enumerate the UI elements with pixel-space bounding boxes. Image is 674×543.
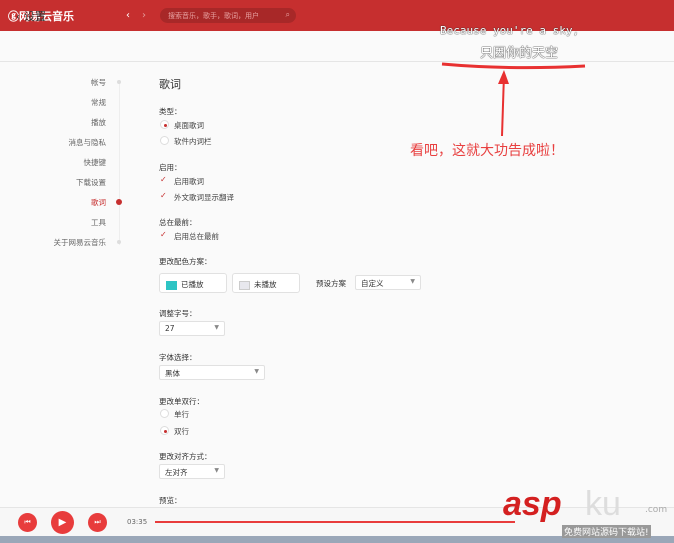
elapsed-time: 03:35 (127, 518, 148, 526)
played-swatch (166, 280, 177, 290)
option-enable-lyrics[interactable]: 启用歌词 (174, 176, 204, 187)
sidebar-item-privacy[interactable]: 消息与隐私 (6, 137, 107, 148)
preset-value: 自定义 (361, 279, 384, 288)
font-size-select[interactable]: 27 ▼ (159, 321, 225, 336)
chevron-down-icon: ▼ (214, 467, 219, 474)
watermark-brand-b: ku (585, 485, 621, 523)
page-title: 设置 (23, 10, 46, 23)
skip-back-icon: ⏮ (24, 518, 31, 526)
color-label: 更改配色方案： (159, 257, 212, 266)
radio-desktop-lyrics[interactable] (160, 120, 169, 129)
chevron-down-icon: ▼ (254, 368, 259, 375)
radio-single-line[interactable] (160, 409, 169, 418)
sidebar-item-about[interactable]: 关于网易云音乐 (6, 237, 107, 248)
option-translate[interactable]: 外文歌词显示翻译 (174, 192, 234, 203)
ontop-label: 总在最前： (159, 218, 197, 227)
search-input[interactable]: 搜索音乐，歌手，歌词，用户 ⌕ (160, 8, 296, 23)
previous-track-button[interactable]: ⏮ (18, 513, 37, 532)
align-label: 更改对齐方式： (159, 452, 212, 461)
sidebar-item-tools[interactable]: 工具 (6, 217, 106, 228)
sidebar-timeline (119, 80, 120, 245)
chevron-down-icon: ▼ (410, 278, 415, 285)
preset-select[interactable]: 自定义 ▼ (355, 275, 421, 290)
watermark-domain: .com (645, 505, 668, 515)
played-label: 已播放 (181, 280, 204, 289)
enable-label: 启用： (159, 163, 182, 172)
sidebar-item-download[interactable]: 下载设置 (6, 177, 106, 188)
checkbox-enable-lyrics[interactable]: ✓ (160, 175, 167, 184)
font-label: 字体选择： (159, 353, 197, 362)
font-size-label: 调整字号： (159, 309, 197, 318)
back-nav-button[interactable]: ‹ (122, 9, 134, 22)
timeline-dot (117, 80, 121, 84)
skip-forward-icon: ⏭ (94, 518, 101, 526)
radio-inapp-lyrics[interactable] (160, 136, 169, 145)
timeline-dot (117, 240, 121, 244)
unplayed-swatch (239, 280, 250, 290)
preview-label: 预览： (159, 496, 182, 505)
chevron-left-icon: ‹ (16, 10, 24, 23)
option-ontop[interactable]: 启用总在最前 (174, 231, 219, 242)
sidebar-item-general[interactable]: 常规 (6, 97, 106, 108)
sidebar-item-lyrics[interactable]: 歌词 (6, 197, 106, 208)
option-inapp-lyrics[interactable]: 软件内词栏 (174, 136, 212, 147)
font-select[interactable]: 黑体 ▼ (159, 365, 265, 380)
watermark-slogan: 免费网站源码下载站! (562, 525, 651, 538)
progress-slider[interactable] (155, 521, 515, 523)
annotation-note: 看吧，这就大功告成啦！ (410, 143, 564, 159)
unplayed-color-button[interactable]: 未播放 (232, 273, 300, 293)
next-track-button[interactable]: ⏭ (88, 513, 107, 532)
chevron-down-icon: ▼ (214, 324, 219, 331)
sidebar-item-account[interactable]: 帐号 (6, 77, 106, 88)
lyric-line-en: Because you're a sky, (440, 24, 580, 37)
unplayed-label: 未播放 (254, 280, 277, 289)
checkbox-ontop[interactable]: ✓ (160, 230, 167, 239)
played-color-button[interactable]: 已播放 (159, 273, 227, 293)
search-placeholder: 搜索音乐，歌手，歌词，用户 (168, 12, 259, 20)
option-single-line[interactable]: 单行 (174, 409, 189, 420)
option-desktop-lyrics[interactable]: 桌面歌词 (174, 120, 204, 131)
play-button[interactable]: ▶ (51, 511, 74, 534)
type-label: 类型： (159, 107, 182, 116)
section-title: 歌词 (159, 78, 181, 91)
align-select[interactable]: 左对齐 ▼ (159, 464, 225, 479)
font-size-value: 27 (165, 324, 175, 333)
forward-nav-button[interactable]: › (138, 9, 150, 22)
search-icon: ⌕ (285, 10, 290, 19)
sidebar-item-play[interactable]: 播放 (6, 117, 106, 128)
play-icon: ▶ (58, 517, 67, 528)
watermark-brand-a: asp (503, 485, 562, 523)
option-double-line[interactable]: 双行 (174, 426, 189, 437)
preset-label: 预设方案 (316, 279, 346, 288)
settings-back-button[interactable]: ‹ 设置 (16, 8, 46, 24)
lines-label: 更改单双行： (159, 397, 204, 406)
align-value: 左对齐 (165, 468, 188, 477)
sidebar-item-shortcuts[interactable]: 快捷键 (6, 157, 107, 168)
radio-double-line[interactable] (160, 426, 169, 435)
checkbox-translate[interactable]: ✓ (160, 191, 167, 200)
timeline-active-dot (116, 199, 122, 205)
font-value: 黑体 (165, 369, 180, 378)
